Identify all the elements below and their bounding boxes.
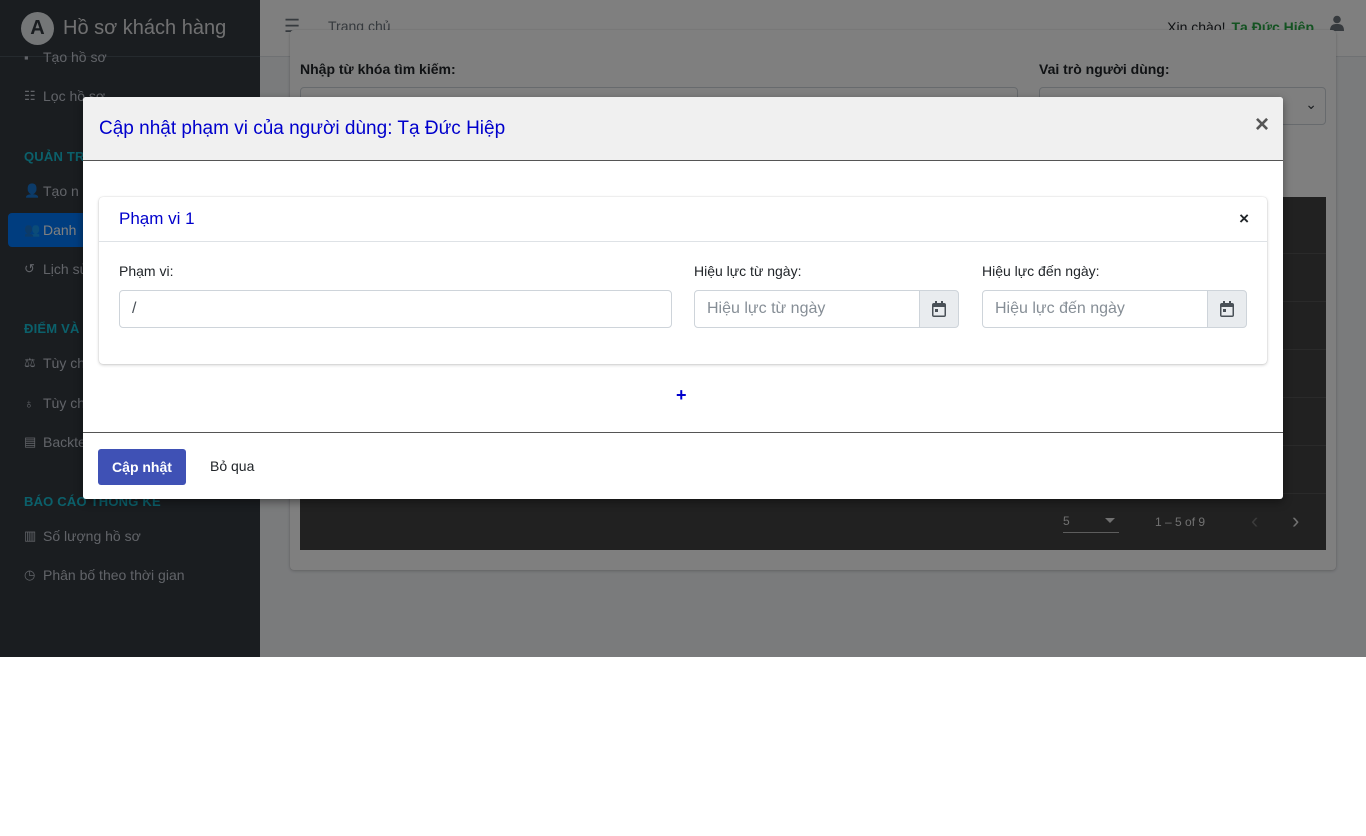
scope-remove-icon[interactable]: × [1239,209,1249,229]
update-scope-modal: Cập nhật phạm vi của người dùng: Tạ Đức … [83,97,1283,499]
valid-to-label: Hiệu lực đến ngày: [982,263,1100,279]
calendar-icon [1220,301,1234,317]
modal-title: Cập nhật phạm vi của người dùng: Tạ Đức … [99,118,506,139]
scope-input[interactable] [119,290,672,328]
scope-title: Phạm vi 1 [119,209,195,228]
modal-footer: Cập nhật Bỏ qua [83,432,1283,499]
modal-close-icon[interactable]: × [1255,113,1269,137]
scope-card-header: Phạm vi 1 × [99,197,1267,242]
valid-from-input[interactable] [694,290,920,328]
valid-to-input[interactable] [982,290,1208,328]
scope-card: Phạm vi 1 × Phạm vi: Hiệu lực từ ngày: H… [99,197,1267,364]
scope-label: Phạm vi: [119,263,174,279]
valid-to-calendar-button[interactable] [1207,290,1247,328]
skip-button[interactable]: Bỏ qua [210,458,254,474]
update-button[interactable]: Cập nhật [98,449,186,485]
add-scope-button[interactable]: + [676,385,687,406]
valid-from-label: Hiệu lực từ ngày: [694,263,802,279]
calendar-icon [932,301,946,317]
app-root: A Hồ sơ khách hàng ▪Tạo hồ sơ ☷Lọc hồ sơ… [0,0,1366,657]
valid-from-calendar-button[interactable] [919,290,959,328]
modal-header: Cập nhật phạm vi của người dùng: Tạ Đức … [83,97,1283,161]
